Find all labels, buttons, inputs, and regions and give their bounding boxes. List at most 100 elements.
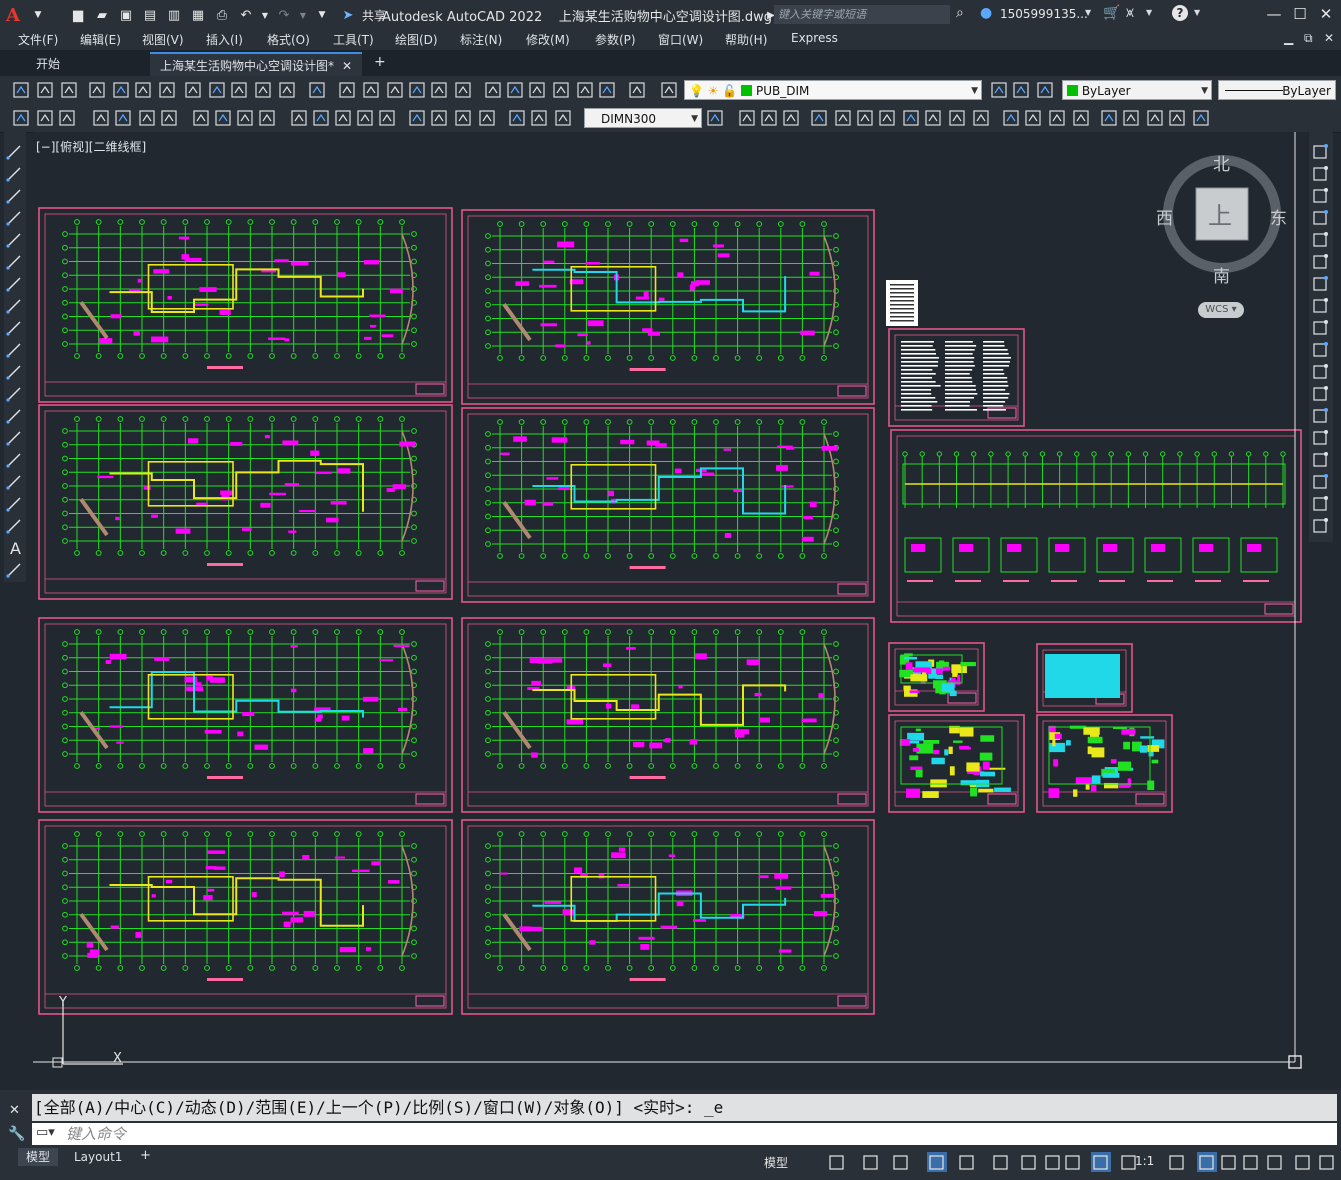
app-menu-chevron-icon[interactable]: ▼: [28, 5, 48, 25]
modify-tool-8-icon[interactable]: [903, 110, 919, 126]
modify-tool-13-icon[interactable]: [1025, 110, 1041, 126]
dim-tool-7-icon[interactable]: [193, 110, 209, 126]
status-toggle-14-icon[interactable]: [1243, 1155, 1258, 1170]
modify-tool-7-icon[interactable]: [879, 110, 895, 126]
sheet-design-notes[interactable]: [888, 328, 1025, 427]
status-toggle-3-icon[interactable]: [927, 1152, 947, 1172]
command-input[interactable]: 键入命令: [32, 1123, 1337, 1145]
layer-lock-icon[interactable]: 🔓: [722, 84, 737, 98]
viewport-controls[interactable]: [−][俯视][二维线框]: [36, 138, 146, 155]
sheet-plan-4[interactable]: [461, 407, 875, 603]
status-toggle-5-icon[interactable]: [993, 1155, 1008, 1170]
draw-tool-13-icon[interactable]: [6, 431, 21, 446]
status-toggle-8-icon[interactable]: [1065, 1155, 1080, 1170]
modify-tool-12-icon[interactable]: [1003, 110, 1019, 126]
dim-tool-21-icon[interactable]: [531, 110, 547, 126]
dim-tool-0-icon[interactable]: [13, 110, 29, 126]
modify-tool-14-icon[interactable]: [1313, 452, 1328, 467]
modify-tool-13-icon[interactable]: [1313, 430, 1328, 445]
modify-tool-9-icon[interactable]: [925, 110, 941, 126]
drawing-sheets[interactable]: YX: [33, 132, 1308, 1090]
modify-tool-14-icon[interactable]: [1049, 110, 1065, 126]
standard-tool-3-icon[interactable]: [89, 82, 105, 98]
standard-tool-22-icon[interactable]: [553, 82, 569, 98]
dim-tool-16-icon[interactable]: [409, 110, 425, 126]
sheet-detail-2[interactable]: [888, 714, 1025, 813]
standard-tool-8-icon[interactable]: [209, 82, 225, 98]
dim-tool-1-icon[interactable]: [37, 110, 53, 126]
modify-tool-5-icon[interactable]: [835, 110, 851, 126]
layer-on-icon[interactable]: 💡: [689, 84, 704, 98]
modify-tool-4-icon[interactable]: [1313, 232, 1328, 247]
layer-freeze-icon[interactable]: ☀: [708, 84, 719, 98]
wcs-button[interactable]: WCS ▾: [1198, 302, 1244, 318]
command-customize-icon[interactable]: 🔧: [8, 1126, 25, 1142]
doc-restore-icon[interactable]: ⧉: [1304, 31, 1313, 46]
menu-dimension[interactable]: 标注(N): [460, 31, 502, 48]
dim-tool-9-icon[interactable]: [237, 110, 253, 126]
menu-parametric[interactable]: 参数(P): [595, 31, 636, 48]
modify-tool-0-icon[interactable]: [1313, 144, 1328, 159]
modify-tool-7-icon[interactable]: [1313, 298, 1328, 313]
standard-tool-11-icon[interactable]: [279, 82, 295, 98]
menu-express[interactable]: Express: [791, 31, 838, 45]
draw-tool-7-icon[interactable]: [6, 299, 21, 314]
menu-format[interactable]: 格式(O): [267, 31, 310, 48]
modify-tool-10-icon[interactable]: [1313, 364, 1328, 379]
color-dropdown[interactable]: ByLayer ▼: [1062, 80, 1212, 100]
draw-tool-17-icon[interactable]: [6, 519, 21, 534]
modify-tool-10-icon[interactable]: [949, 110, 965, 126]
status-toggle-9-icon[interactable]: [1091, 1152, 1111, 1172]
status-toggle-0-icon[interactable]: [829, 1155, 844, 1170]
dim-tool-17-icon[interactable]: [431, 110, 447, 126]
sheet-detail-1[interactable]: [888, 642, 985, 712]
modify-tool-16-icon[interactable]: [1101, 110, 1117, 126]
draw-tool-0-icon[interactable]: [6, 145, 21, 160]
drawing-canvas[interactable]: YX: [33, 132, 1308, 1090]
draw-tool-16-icon[interactable]: [6, 497, 21, 512]
modify-tool-15-icon[interactable]: [1313, 474, 1328, 489]
draw-tool-11-icon[interactable]: [6, 387, 21, 402]
model-space-button[interactable]: 模型: [764, 1154, 788, 1171]
modify-tool-11-icon[interactable]: [973, 110, 989, 126]
standard-tool-2-icon[interactable]: [61, 82, 77, 98]
viewcube[interactable]: 北 南 西 东 上: [1156, 152, 1287, 287]
layer-extra-1-tool-0-icon[interactable]: [1013, 82, 1029, 98]
layer-dropdown[interactable]: 💡 ☀ 🔓 PUB_DIM ▼: [684, 80, 982, 100]
layer-dropdown-arrow-icon[interactable]: ▼: [971, 81, 978, 101]
menu-draw[interactable]: 绘图(D): [395, 31, 438, 48]
viewcube-east[interactable]: 东: [1270, 204, 1287, 229]
sheet-plan-6[interactable]: [461, 617, 875, 813]
status-toggle-16-icon[interactable]: [1295, 1155, 1310, 1170]
new-file-icon[interactable]: ▆: [68, 5, 88, 25]
tab-close-icon[interactable]: ✕: [342, 54, 352, 78]
customize-qat-icon[interactable]: ▼: [312, 5, 332, 25]
standard-tool-25-icon[interactable]: [629, 82, 645, 98]
sheet-plan-2[interactable]: [461, 209, 875, 405]
viewcube-south[interactable]: 南: [1213, 262, 1230, 287]
status-toggle-icons[interactable]: [790, 1150, 1341, 1176]
menu-edit[interactable]: 编辑(E): [80, 31, 121, 48]
sheet-plan-8[interactable]: [461, 819, 875, 1015]
draw-tool-6-icon[interactable]: [6, 277, 21, 292]
layout-tab-model[interactable]: 模型: [18, 1148, 59, 1166]
tab-drawing[interactable]: 上海某生活购物中心空调设计图* ✕: [150, 52, 362, 76]
autodesk-dropdown-icon[interactable]: ▼: [1146, 8, 1152, 17]
publish-icon[interactable]: ▥: [164, 5, 184, 25]
linetype-dropdown[interactable]: ByLayer: [1218, 80, 1336, 100]
standard-tool-17-icon[interactable]: [431, 82, 447, 98]
standard-tool-26-icon[interactable]: [661, 82, 677, 98]
modify-tool-2-icon[interactable]: [761, 110, 777, 126]
minimize-icon[interactable]: —: [1264, 4, 1284, 24]
sheet-plan-7[interactable]: [38, 819, 453, 1015]
menu-window[interactable]: 窗口(W): [658, 31, 703, 48]
draw-tool-5-icon[interactable]: [6, 255, 21, 270]
menu-view[interactable]: 视图(V): [142, 31, 184, 48]
autocad-logo[interactable]: A: [6, 4, 28, 26]
status-toggle-10-icon[interactable]: [1121, 1155, 1136, 1170]
standard-tool-16-icon[interactable]: [409, 82, 425, 98]
new-layout-icon[interactable]: +: [140, 1148, 151, 1163]
doc-minimize-icon[interactable]: ▁: [1284, 31, 1293, 45]
sheet-plan-5[interactable]: [38, 617, 453, 813]
dim-tool-15-icon[interactable]: [379, 110, 395, 126]
